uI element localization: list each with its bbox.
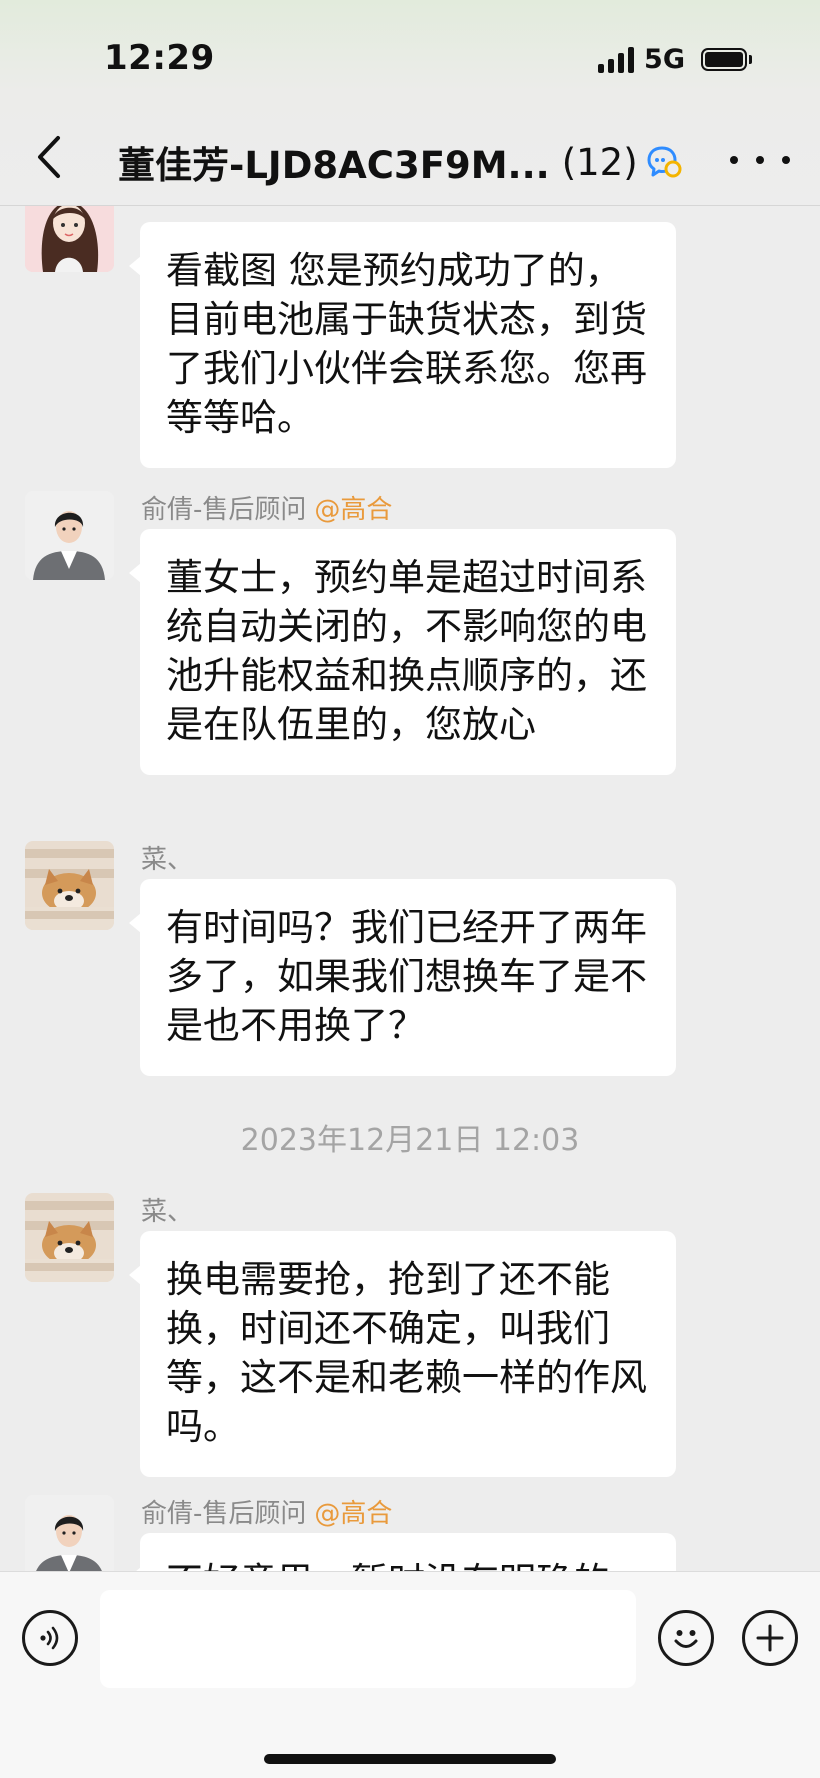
sender-name-text: 俞倩-售后顾问 [141, 1499, 307, 1529]
smiley-icon [674, 1630, 698, 1648]
message-bubble[interactable]: 换电需要抢，抢到了还不能换，时间还不确定，叫我们等，这不是和老赖一样的作风吗。 [129, 1231, 676, 1477]
chat-title[interactable]: 董佳芳-LJD8AC3F9M... (12) [118, 135, 684, 189]
mention-tag[interactable]: @高合 [314, 495, 392, 525]
avatar[interactable] [25, 1193, 114, 1282]
message-bubble[interactable]: 看截图 您是预约成功了的，目前电池属于缺货状态，到货了我们小伙伴会联系您。您再等… [129, 222, 676, 468]
member-count: (12) [561, 140, 638, 184]
sender-name: 菜、 [141, 839, 193, 876]
sender-name: 俞倩-售后顾问 @高合 [141, 1493, 392, 1530]
voice-icon [40, 1626, 59, 1650]
plus-icon [756, 1624, 784, 1652]
avatar[interactable] [25, 205, 114, 272]
avatar[interactable] [25, 841, 114, 930]
sender-name-text: 俞倩-售后顾问 [141, 495, 307, 525]
network-type: 5G [644, 44, 685, 75]
group-chat-icon [646, 145, 684, 179]
avatar[interactable] [25, 1495, 114, 1571]
back-button[interactable] [32, 132, 66, 182]
chat-message-list[interactable]: 看截图 您是预约成功了的，目前电池属于缺货状态，到货了我们小伙伴会联系您。您再等… [0, 205, 820, 1571]
sender-name: 俞倩-售后顾问 @高合 [141, 489, 392, 526]
sender-name-text: 菜、 [141, 1197, 194, 1227]
timestamp: 2023年12月21日 12:03 [240, 1123, 580, 1158]
top-bar: 12:29 5G 董佳芳-LJD8AC3F9M... (12) [0, 0, 820, 206]
more-options-button[interactable] [730, 140, 790, 180]
message-bubble[interactable]: 有时间吗？我们已经开了两年多了，如果我们想换车了是不是也不用换了？ [129, 879, 676, 1076]
input-bar [0, 1571, 820, 1778]
status-indicators: 5G [598, 44, 752, 75]
home-indicator[interactable] [264, 1754, 556, 1764]
add-more-button[interactable] [742, 1610, 798, 1666]
emoji-button[interactable] [658, 1610, 714, 1666]
chat-title-name: 董佳芳-LJD8AC3F9M... [118, 144, 550, 187]
avatar[interactable] [25, 491, 114, 580]
voice-input-button[interactable] [22, 1610, 78, 1666]
mention-tag[interactable]: @高合 [314, 1499, 392, 1529]
message-bubble[interactable]: 不好意思，暂时没有明确的 [129, 1533, 676, 1571]
cellular-signal-icon [598, 46, 635, 73]
message-bubble[interactable]: 董女士，预约单是超过时间系统自动关闭的，不影响您的电池升能权益和换点顺序的，还是… [129, 529, 676, 775]
battery-icon [701, 48, 752, 71]
more-dots-icon [730, 156, 738, 164]
sender-name: 菜、 [141, 1191, 193, 1228]
chevron-left-icon [38, 136, 60, 178]
status-time: 12:29 [104, 38, 215, 78]
message-input[interactable] [100, 1590, 636, 1688]
sender-name-text: 菜、 [141, 845, 194, 875]
